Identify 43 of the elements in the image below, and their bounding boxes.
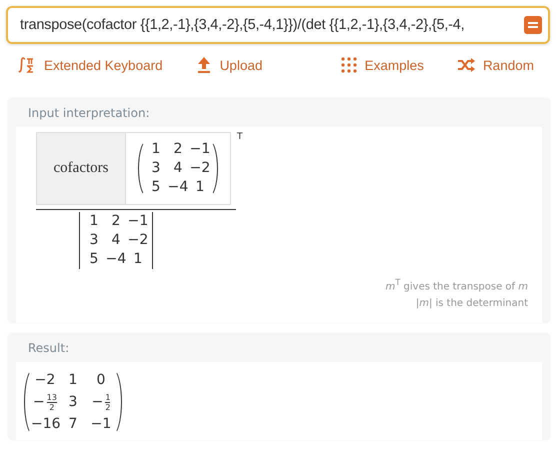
matrix-entry: −16 bbox=[31, 415, 59, 434]
matrix-entry: 0 bbox=[96, 371, 106, 390]
matrix-entry: 1 bbox=[132, 250, 144, 269]
math-symbols-icon bbox=[18, 56, 36, 74]
matrix-entry: 2 bbox=[110, 212, 122, 231]
matrix-entry: 3 bbox=[88, 231, 100, 250]
toolbar-link[interactable]: Random bbox=[456, 58, 534, 72]
matrix-entry: 4 bbox=[172, 159, 184, 178]
upload-icon bbox=[196, 56, 212, 74]
toolbar-link[interactable]: Extended Keyboard bbox=[18, 56, 163, 74]
matrix-entry: 7 bbox=[68, 415, 78, 434]
footnote: m$^{T}$ gives the transpose of m bbox=[386, 277, 528, 292]
matrix-entry: 4 bbox=[110, 231, 122, 250]
toolbar-link[interactable]: Upload bbox=[196, 56, 262, 74]
query-field[interactable]: transpose(cofactor {{1,2,-1},{3,4,-2},{5,-4,1}})/(det {{1,2,-1},{3,4,-2},{5,-4, bbox=[6, 6, 550, 44]
matrix-entry: −2 bbox=[189, 159, 211, 178]
matrix-entry: 1 bbox=[68, 371, 78, 390]
toolbar-link[interactable]: Examples bbox=[340, 57, 424, 73]
equals-icon bbox=[527, 20, 539, 30]
matrix-entry: −2 bbox=[34, 371, 56, 390]
matrix-entry: 1 bbox=[88, 212, 100, 231]
matrix-entry: 3 bbox=[150, 159, 162, 178]
matrix-entry: −4 bbox=[105, 250, 127, 269]
matrix-entry: 1 bbox=[150, 140, 162, 159]
matrix-entry: −1 bbox=[127, 212, 149, 231]
matrix-entry: −1 bbox=[90, 415, 112, 434]
matrix-entry: −2 bbox=[127, 231, 149, 250]
matrix-entry: 5 bbox=[150, 178, 162, 197]
transpose-superscript: T bbox=[237, 132, 242, 142]
matrix-entry: −4 bbox=[167, 178, 189, 197]
matrix-entry: −1 bbox=[189, 140, 211, 159]
query-text: transpose(cofactor {{1,2,-1},{3,4,-2},{5,-4,1}})/(det {{1,2,-1},{3,4,-2},{5,-4, bbox=[20, 17, 466, 33]
section-title: Input interpretation: bbox=[27, 105, 151, 122]
matrix-entry: 1 bbox=[194, 178, 206, 197]
matrix-entry: 5 bbox=[88, 250, 100, 269]
matrix-entry: 2 bbox=[172, 140, 184, 159]
grid-icon bbox=[340, 57, 357, 73]
table-cell: cofactors bbox=[37, 133, 126, 204]
compute-button[interactable] bbox=[524, 16, 542, 34]
shuffle-icon bbox=[456, 58, 475, 72]
footnote: |m| is the determinant bbox=[416, 298, 528, 310]
section-title: Result: bbox=[27, 340, 70, 357]
matrix-entry: 3 bbox=[68, 393, 78, 412]
